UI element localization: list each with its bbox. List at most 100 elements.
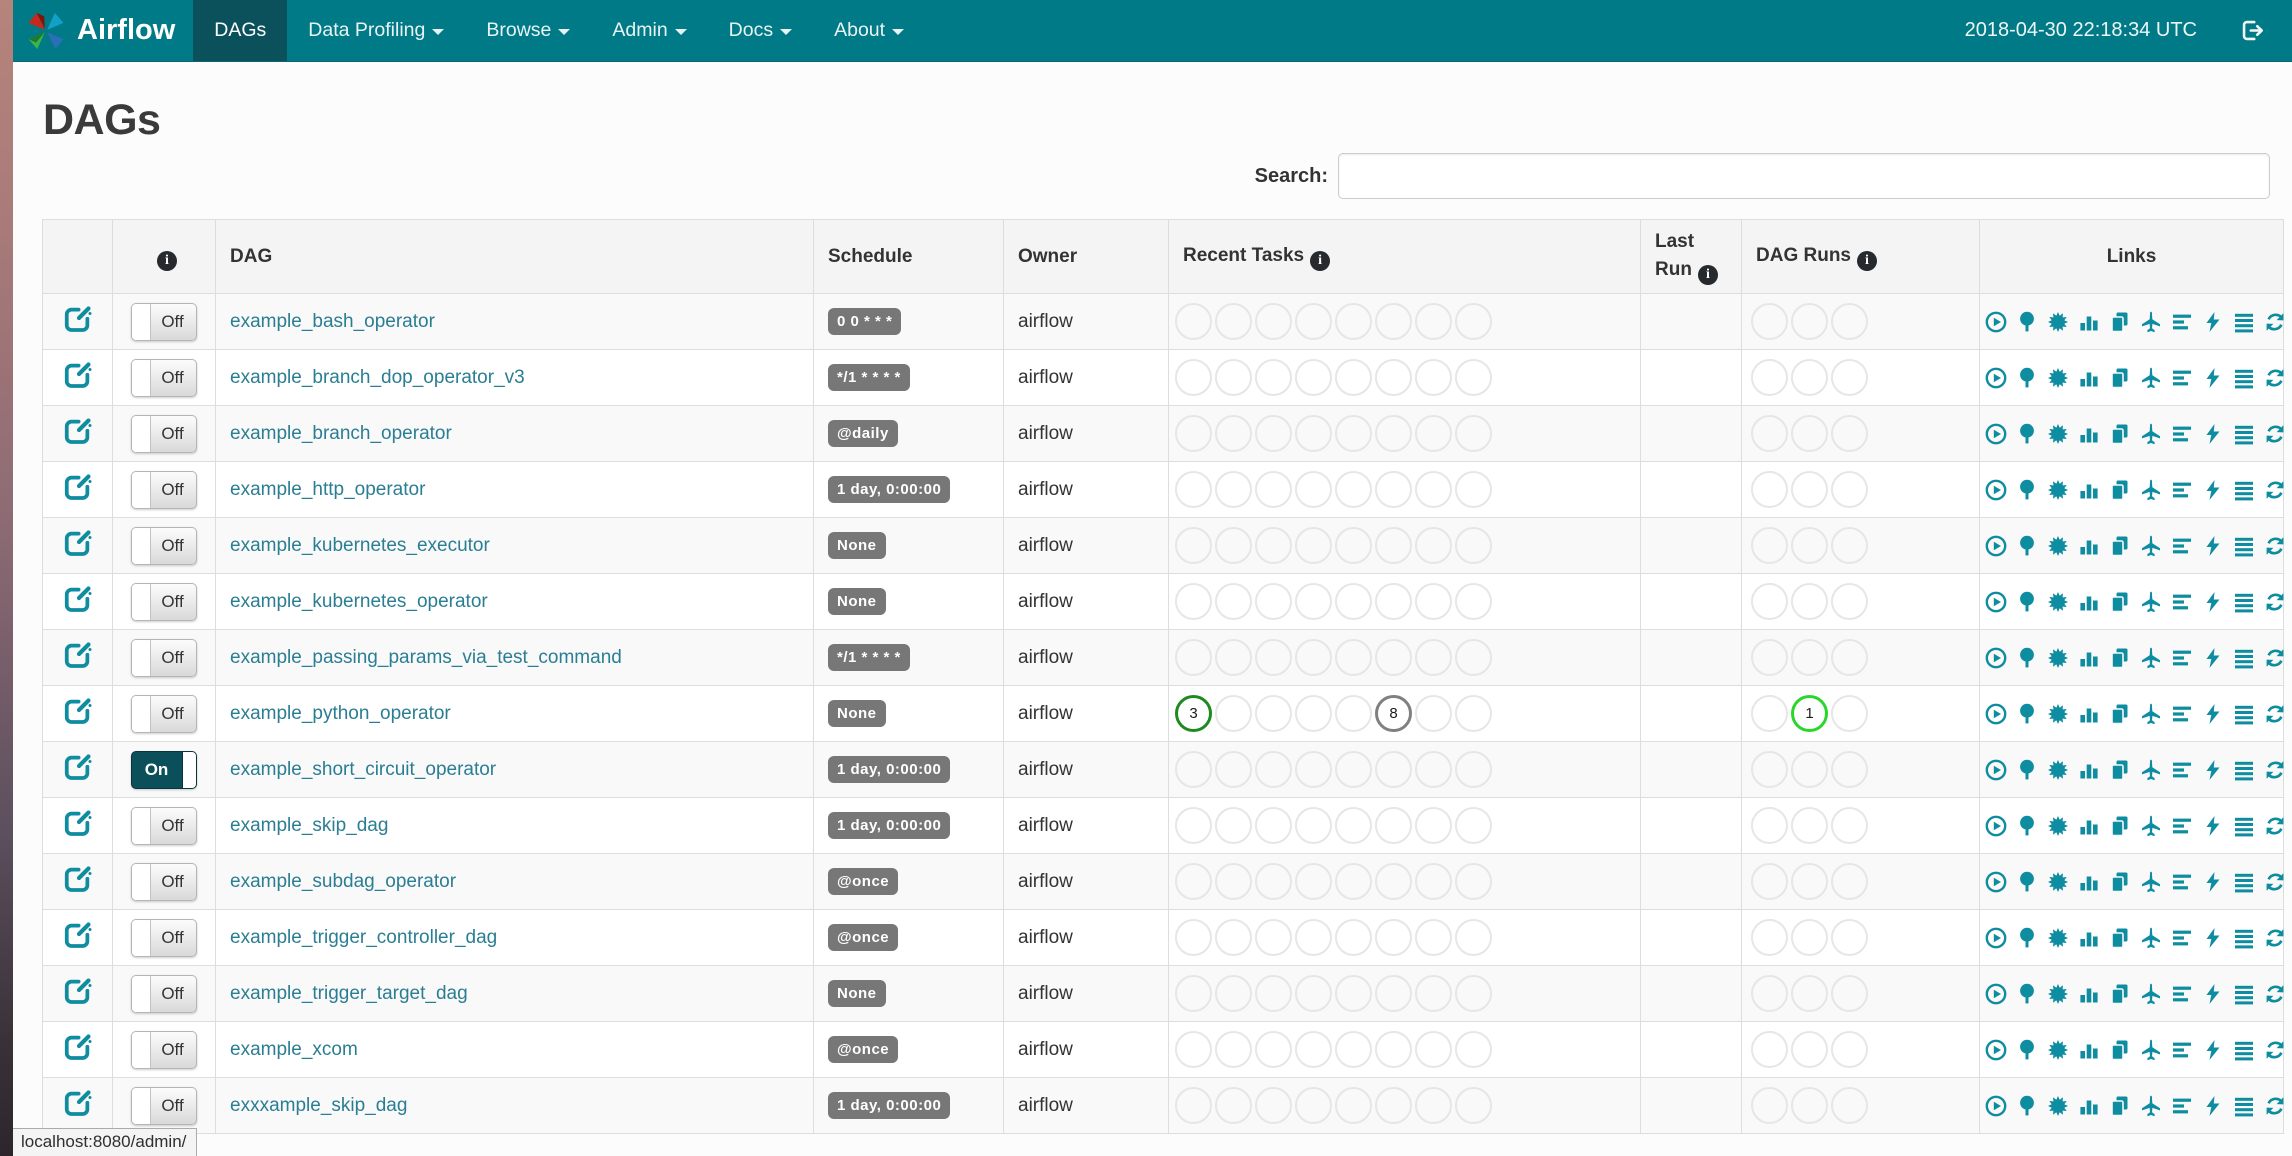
dag-run-circle[interactable]	[1831, 1031, 1868, 1068]
refresh-link[interactable]	[2263, 590, 2287, 614]
logs-link[interactable]	[2232, 926, 2256, 950]
code-link[interactable]	[2201, 702, 2225, 726]
landing-times-link[interactable]	[2139, 422, 2163, 446]
dag-run-circle[interactable]	[1751, 1087, 1788, 1124]
landing-times-link[interactable]	[2139, 702, 2163, 726]
recent-task-circle[interactable]	[1215, 863, 1252, 900]
recent-task-circle[interactable]	[1375, 919, 1412, 956]
trigger-dag-link[interactable]	[1984, 982, 2008, 1006]
graph-view-link[interactable]	[2046, 1038, 2070, 1062]
tree-view-link[interactable]	[2015, 982, 2039, 1006]
task-tries-link[interactable]	[2108, 646, 2132, 670]
refresh-link[interactable]	[2263, 646, 2287, 670]
dag-link[interactable]: example_subdag_operator	[230, 871, 456, 892]
dag-pause-toggle[interactable]: Off	[131, 918, 197, 957]
recent-task-circle[interactable]	[1375, 863, 1412, 900]
schedule-badge[interactable]: None	[828, 532, 886, 559]
tree-view-link[interactable]	[2015, 926, 2039, 950]
dag-info-edit-button[interactable]	[63, 640, 93, 670]
refresh-link[interactable]	[2263, 758, 2287, 782]
task-tries-link[interactable]	[2108, 422, 2132, 446]
tree-view-link[interactable]	[2015, 702, 2039, 726]
graph-view-link[interactable]	[2046, 1094, 2070, 1118]
recent-task-circle[interactable]	[1295, 471, 1332, 508]
recent-task-circle[interactable]	[1335, 975, 1372, 1012]
graph-view-link[interactable]	[2046, 926, 2070, 950]
nav-item-about[interactable]: About	[813, 0, 925, 61]
dag-link[interactable]: example_bash_operator	[230, 311, 435, 332]
recent-task-circle[interactable]	[1375, 1087, 1412, 1124]
dag-link[interactable]: example_xcom	[230, 1039, 358, 1060]
logs-link[interactable]	[2232, 534, 2256, 558]
landing-times-link[interactable]	[2139, 646, 2163, 670]
recent-task-circle[interactable]	[1295, 583, 1332, 620]
recent-task-circle[interactable]	[1255, 863, 1292, 900]
schedule-badge[interactable]: */1 * * * *	[828, 364, 910, 391]
dag-info-edit-button[interactable]	[63, 472, 93, 502]
dag-run-circle[interactable]	[1751, 471, 1788, 508]
recent-task-circle[interactable]	[1255, 583, 1292, 620]
recent-task-circle[interactable]	[1255, 751, 1292, 788]
tree-view-link[interactable]	[2015, 366, 2039, 390]
landing-times-link[interactable]	[2139, 590, 2163, 614]
recent-task-circle[interactable]	[1175, 1087, 1212, 1124]
recent-task-circle[interactable]	[1255, 527, 1292, 564]
dag-run-circle[interactable]	[1751, 1031, 1788, 1068]
dag-run-circle[interactable]	[1751, 359, 1788, 396]
dag-run-circle[interactable]	[1791, 639, 1828, 676]
recent-task-circle[interactable]	[1335, 695, 1372, 732]
recent-task-circle[interactable]	[1335, 415, 1372, 452]
trigger-dag-link[interactable]	[1984, 814, 2008, 838]
recent-task-circle[interactable]	[1415, 415, 1452, 452]
task-duration-link[interactable]	[2077, 534, 2101, 558]
recent-task-circle[interactable]	[1455, 583, 1492, 620]
nav-item-dags[interactable]: DAGs	[193, 0, 288, 61]
dag-link[interactable]: example_python_operator	[230, 703, 451, 724]
recent-task-circle[interactable]	[1175, 471, 1212, 508]
recent-task-circle[interactable]	[1335, 1087, 1372, 1124]
recent-task-circle[interactable]	[1175, 1031, 1212, 1068]
dag-run-circle[interactable]	[1791, 415, 1828, 452]
recent-task-circle[interactable]	[1215, 807, 1252, 844]
recent-task-circle[interactable]	[1375, 807, 1412, 844]
info-icon[interactable]: i	[1697, 264, 1718, 285]
recent-task-circle[interactable]	[1335, 471, 1372, 508]
dag-run-circle[interactable]	[1831, 303, 1868, 340]
logs-link[interactable]	[2232, 478, 2256, 502]
dag-run-circle[interactable]	[1751, 639, 1788, 676]
nav-item-docs[interactable]: Docs	[708, 0, 813, 61]
gantt-link[interactable]	[2170, 870, 2194, 894]
recent-task-circle[interactable]	[1415, 1031, 1452, 1068]
nav-item-admin[interactable]: Admin	[591, 0, 707, 61]
gantt-link[interactable]	[2170, 758, 2194, 782]
info-icon[interactable]: i	[157, 251, 177, 272]
dag-link[interactable]: example_trigger_target_dag	[230, 983, 468, 1004]
dag-link[interactable]: example_branch_operator	[230, 423, 452, 444]
gantt-link[interactable]	[2170, 926, 2194, 950]
gantt-link[interactable]	[2170, 646, 2194, 670]
recent-task-circle[interactable]: 8	[1375, 695, 1412, 732]
schedule-badge[interactable]: @once	[828, 868, 899, 895]
recent-task-circle[interactable]	[1215, 471, 1252, 508]
logs-link[interactable]	[2232, 366, 2256, 390]
graph-view-link[interactable]	[2046, 590, 2070, 614]
gantt-link[interactable]	[2170, 534, 2194, 558]
dag-info-edit-button[interactable]	[63, 584, 93, 614]
task-tries-link[interactable]	[2108, 758, 2132, 782]
recent-task-circle[interactable]	[1175, 751, 1212, 788]
recent-task-circle[interactable]	[1455, 695, 1492, 732]
dag-pause-toggle[interactable]: Off	[131, 302, 197, 341]
recent-task-circle[interactable]	[1255, 919, 1292, 956]
dag-pause-toggle[interactable]: Off	[131, 470, 197, 509]
recent-task-circle[interactable]	[1215, 359, 1252, 396]
logs-link[interactable]	[2232, 870, 2256, 894]
dag-info-edit-button[interactable]	[63, 864, 93, 894]
task-duration-link[interactable]	[2077, 646, 2101, 670]
dag-info-edit-button[interactable]	[63, 976, 93, 1006]
graph-view-link[interactable]	[2046, 982, 2070, 1006]
code-link[interactable]	[2201, 926, 2225, 950]
logs-link[interactable]	[2232, 590, 2256, 614]
recent-task-circle[interactable]	[1455, 359, 1492, 396]
dag-link[interactable]: example_kubernetes_operator	[230, 591, 488, 612]
recent-task-circle[interactable]	[1415, 863, 1452, 900]
